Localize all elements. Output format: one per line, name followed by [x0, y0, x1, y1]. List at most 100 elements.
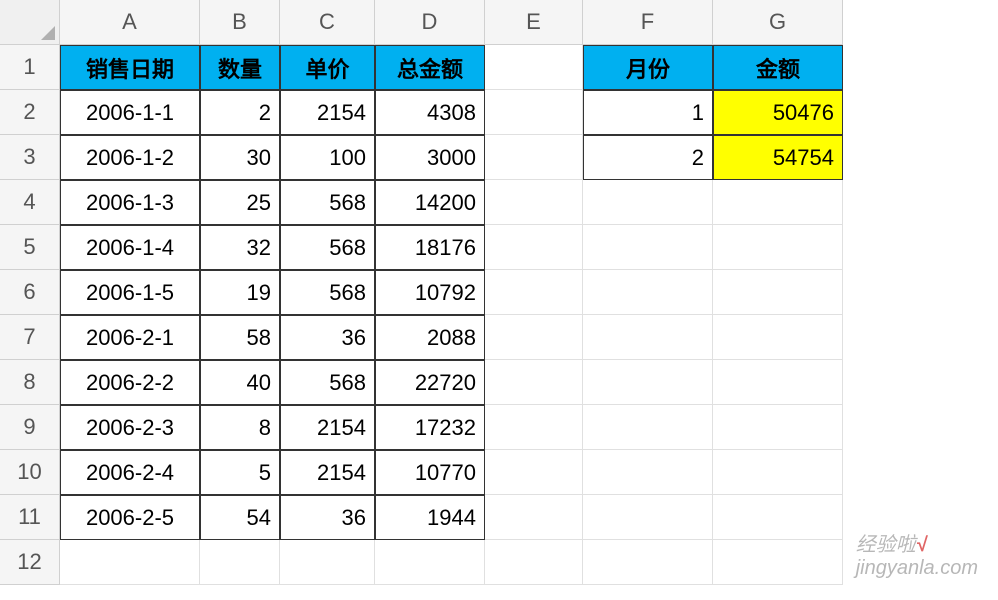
cell-C3[interactable]: 100 [280, 135, 375, 180]
row-header-1[interactable]: 1 [0, 45, 60, 90]
cell-C11[interactable]: 36 [280, 495, 375, 540]
cell-E11[interactable] [485, 495, 583, 540]
cell-A9[interactable]: 2006-2-3 [60, 405, 200, 450]
cell-C9[interactable]: 2154 [280, 405, 375, 450]
cell-E10[interactable] [485, 450, 583, 495]
cell-G4[interactable] [713, 180, 843, 225]
cell-G9[interactable] [713, 405, 843, 450]
cell-B5[interactable]: 32 [200, 225, 280, 270]
cell-F7[interactable] [583, 315, 713, 360]
cell-C8[interactable]: 568 [280, 360, 375, 405]
cell-F10[interactable] [583, 450, 713, 495]
select-all-corner[interactable] [0, 0, 60, 45]
cell-B6[interactable]: 19 [200, 270, 280, 315]
cell-E2[interactable] [485, 90, 583, 135]
cell-B9[interactable]: 8 [200, 405, 280, 450]
cell-B12[interactable] [200, 540, 280, 585]
cell-D3[interactable]: 3000 [375, 135, 485, 180]
cell-G8[interactable] [713, 360, 843, 405]
cell-B4[interactable]: 25 [200, 180, 280, 225]
col-header-E[interactable]: E [485, 0, 583, 45]
col-header-C[interactable]: C [280, 0, 375, 45]
cell-C4[interactable]: 568 [280, 180, 375, 225]
cell-F1[interactable]: 月份 [583, 45, 713, 90]
row-header-12[interactable]: 12 [0, 540, 60, 585]
cell-D7[interactable]: 2088 [375, 315, 485, 360]
cell-A10[interactable]: 2006-2-4 [60, 450, 200, 495]
cell-B11[interactable]: 54 [200, 495, 280, 540]
cell-E3[interactable] [485, 135, 583, 180]
row-header-3[interactable]: 3 [0, 135, 60, 180]
cell-C12[interactable] [280, 540, 375, 585]
cell-G1[interactable]: 金额 [713, 45, 843, 90]
cell-G2[interactable]: 50476 [713, 90, 843, 135]
cell-D10[interactable]: 10770 [375, 450, 485, 495]
cell-F11[interactable] [583, 495, 713, 540]
cell-F12[interactable] [583, 540, 713, 585]
cell-B1[interactable]: 数量 [200, 45, 280, 90]
cell-G3[interactable]: 54754 [713, 135, 843, 180]
cell-C2[interactable]: 2154 [280, 90, 375, 135]
row-header-6[interactable]: 6 [0, 270, 60, 315]
cell-D1[interactable]: 总金额 [375, 45, 485, 90]
cell-F5[interactable] [583, 225, 713, 270]
cell-F2[interactable]: 1 [583, 90, 713, 135]
cell-A1[interactable]: 销售日期 [60, 45, 200, 90]
row-header-7[interactable]: 7 [0, 315, 60, 360]
cell-A12[interactable] [60, 540, 200, 585]
row-header-2[interactable]: 2 [0, 90, 60, 135]
cell-E4[interactable] [485, 180, 583, 225]
cell-G5[interactable] [713, 225, 843, 270]
row-header-4[interactable]: 4 [0, 180, 60, 225]
row-header-5[interactable]: 5 [0, 225, 60, 270]
cell-C10[interactable]: 2154 [280, 450, 375, 495]
col-header-D[interactable]: D [375, 0, 485, 45]
cell-E8[interactable] [485, 360, 583, 405]
cell-B3[interactable]: 30 [200, 135, 280, 180]
cell-E9[interactable] [485, 405, 583, 450]
cell-A11[interactable]: 2006-2-5 [60, 495, 200, 540]
cell-F4[interactable] [583, 180, 713, 225]
cell-A7[interactable]: 2006-2-1 [60, 315, 200, 360]
cell-D12[interactable] [375, 540, 485, 585]
cell-D2[interactable]: 4308 [375, 90, 485, 135]
cell-A8[interactable]: 2006-2-2 [60, 360, 200, 405]
cell-F3[interactable]: 2 [583, 135, 713, 180]
cell-C1[interactable]: 单价 [280, 45, 375, 90]
cell-A2[interactable]: 2006-1-1 [60, 90, 200, 135]
cell-G12[interactable] [713, 540, 843, 585]
cell-E5[interactable] [485, 225, 583, 270]
cell-B8[interactable]: 40 [200, 360, 280, 405]
col-header-B[interactable]: B [200, 0, 280, 45]
cell-G10[interactable] [713, 450, 843, 495]
cell-G7[interactable] [713, 315, 843, 360]
cell-G6[interactable] [713, 270, 843, 315]
spreadsheet-grid[interactable]: A B C D E F G 1 销售日期 数量 单价 总金额 月份 金额 2 2… [0, 0, 998, 585]
cell-B2[interactable]: 2 [200, 90, 280, 135]
col-header-F[interactable]: F [583, 0, 713, 45]
cell-E12[interactable] [485, 540, 583, 585]
col-header-A[interactable]: A [60, 0, 200, 45]
cell-E1[interactable] [485, 45, 583, 90]
cell-A4[interactable]: 2006-1-3 [60, 180, 200, 225]
cell-B10[interactable]: 5 [200, 450, 280, 495]
cell-G11[interactable] [713, 495, 843, 540]
cell-A3[interactable]: 2006-1-2 [60, 135, 200, 180]
cell-B7[interactable]: 58 [200, 315, 280, 360]
cell-D5[interactable]: 18176 [375, 225, 485, 270]
cell-F8[interactable] [583, 360, 713, 405]
cell-D6[interactable]: 10792 [375, 270, 485, 315]
cell-D11[interactable]: 1944 [375, 495, 485, 540]
cell-D4[interactable]: 14200 [375, 180, 485, 225]
cell-E6[interactable] [485, 270, 583, 315]
cell-A5[interactable]: 2006-1-4 [60, 225, 200, 270]
cell-D8[interactable]: 22720 [375, 360, 485, 405]
cell-C5[interactable]: 568 [280, 225, 375, 270]
cell-E7[interactable] [485, 315, 583, 360]
row-header-11[interactable]: 11 [0, 495, 60, 540]
col-header-G[interactable]: G [713, 0, 843, 45]
row-header-10[interactable]: 10 [0, 450, 60, 495]
cell-C7[interactable]: 36 [280, 315, 375, 360]
row-header-8[interactable]: 8 [0, 360, 60, 405]
cell-D9[interactable]: 17232 [375, 405, 485, 450]
